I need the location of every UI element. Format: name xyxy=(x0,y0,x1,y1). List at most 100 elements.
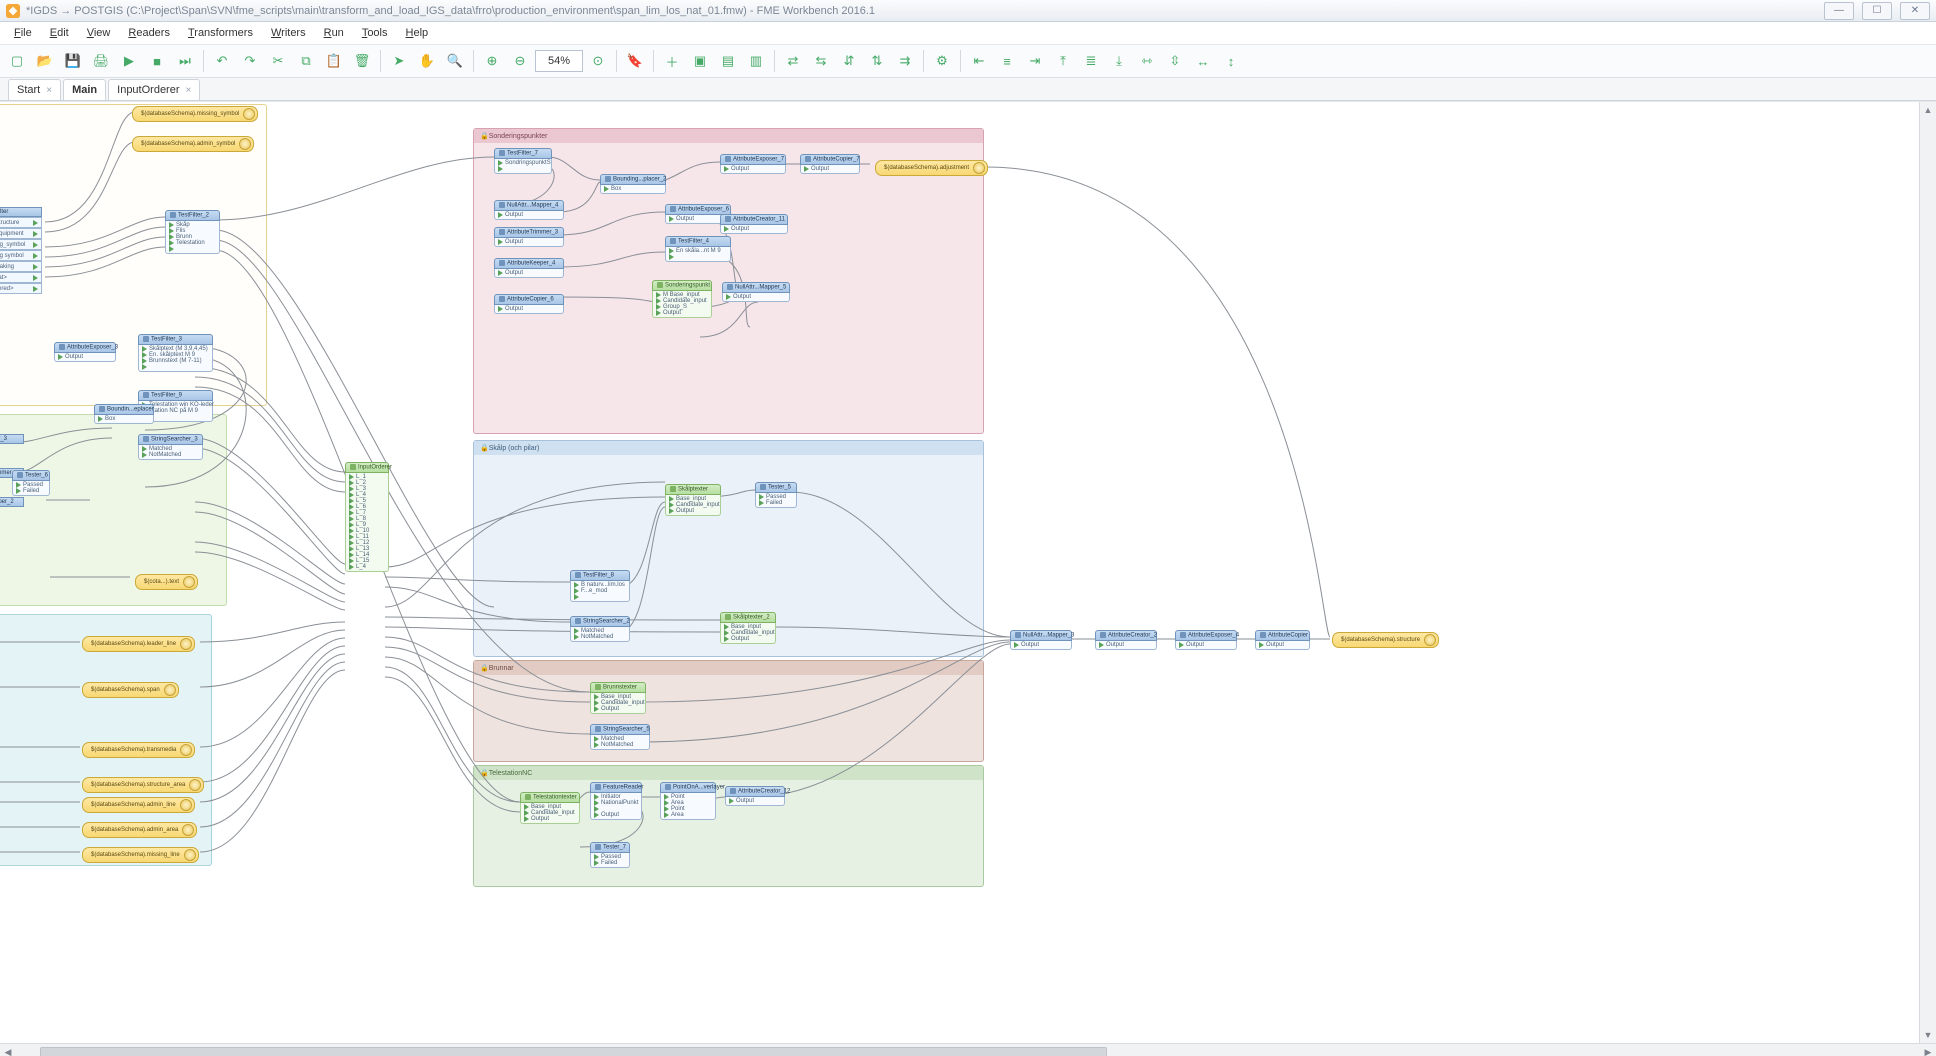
node-header[interactable]: er_3 xyxy=(0,434,24,444)
node-attributecopier-7[interactable]: AttributeCopier_7Output xyxy=(800,154,860,174)
node-skalptexter-2[interactable]: Skålptexter_2Base_inputCandidate_inputOu… xyxy=(720,612,776,644)
node-tester-5[interactable]: Tester_5PassedFailed xyxy=(755,482,797,508)
zoom-fit-button[interactable]: ⊙ xyxy=(585,48,611,74)
node-port[interactable]: Output xyxy=(723,294,789,300)
node-port[interactable] xyxy=(166,246,219,252)
cog-button[interactable]: ⚙ xyxy=(929,48,955,74)
node-tester-6[interactable]: Tester_6PassedFailed xyxy=(12,470,50,496)
node-port[interactable]: En skåla...nt M 9 xyxy=(666,248,730,254)
node-header[interactable]: AttributeTrimmer_3 xyxy=(494,227,564,238)
window-maximize-button[interactable]: ☐ xyxy=(1862,2,1892,20)
writer-transmedia[interactable]: $(databaseSchema).transmedia xyxy=(82,742,195,758)
node-port[interactable]: ing symbol xyxy=(0,250,42,261)
node-port[interactable]: Brunnstext (M 7-11) xyxy=(139,358,212,364)
node-aper2[interactable]: aper_2 xyxy=(0,497,24,507)
copy-button[interactable]: ⧉ xyxy=(293,48,319,74)
node-port[interactable]: Box xyxy=(601,186,665,192)
node-header[interactable]: TestFilter_9 xyxy=(138,390,213,401)
node-header[interactable]: Tester_6 xyxy=(12,470,50,481)
node-port[interactable]: Output xyxy=(1096,642,1156,648)
pointer-button[interactable]: ➤ xyxy=(386,48,412,74)
node-attributecopier-6[interactable]: AttributeCopier_6Output xyxy=(494,294,564,314)
node-header[interactable]: AttributeKeeper_4 xyxy=(494,258,564,269)
undo-button[interactable]: ↶ xyxy=(209,48,235,74)
writer-missing-symbol[interactable]: $(databaseSchema).missing_symbol xyxy=(132,106,258,122)
node-header[interactable]: Tester_7 xyxy=(590,842,630,853)
tab-close-icon[interactable]: × xyxy=(46,85,52,96)
node-header[interactable]: Boundin...eplacer xyxy=(94,404,154,415)
node-header[interactable]: TestFilter_3 xyxy=(138,334,213,345)
zoom-out-button[interactable]: ⊖ xyxy=(507,48,533,74)
search-button[interactable]: 🔍 xyxy=(442,48,468,74)
node-stringsearcher-3[interactable]: StringSearcher_3MatchedNotMatched xyxy=(138,434,203,460)
node-attributecreator-12[interactable]: AttributeCreator_12Output xyxy=(725,786,785,806)
node-header[interactable]: Bounding...placer_2 xyxy=(600,174,666,185)
node-port[interactable]: Output xyxy=(495,270,563,276)
bookmark-brunnar[interactable]: 🔒 Brunnar xyxy=(473,660,984,762)
node-port[interactable]: Box xyxy=(95,416,153,422)
node-port[interactable]: Output xyxy=(1176,642,1236,648)
select-a-button[interactable]: ▣ xyxy=(687,48,713,74)
node-header[interactable]: aper_2 xyxy=(0,497,24,507)
window-minimize-button[interactable]: — xyxy=(1824,2,1854,20)
al-bottom-button[interactable]: ⤓ xyxy=(1106,48,1132,74)
node-skalptexter[interactable]: SkålptexterBase_inputCandidate_inputOutp… xyxy=(665,484,721,516)
pan-button[interactable]: ✋ xyxy=(414,48,440,74)
node-boundingplacer[interactable]: Boundin...eplacerBox xyxy=(94,404,154,424)
node-header[interactable]: StringSearcher_2 xyxy=(570,616,630,627)
node-header[interactable]: AttributeCopier xyxy=(1255,630,1310,641)
node-header[interactable]: Sonderingspunkt xyxy=(652,280,712,291)
node-testfilter-2[interactable]: TestFilter_2SkåpFlisBrunnTelestation xyxy=(165,210,220,254)
tab-start[interactable]: Start× xyxy=(8,79,61,100)
node-stringsearcher-2[interactable]: StringSearcher_2MatchedNotMatched xyxy=(570,616,630,642)
node-attributetrimmer-3[interactable]: AttributeTrimmer_3Output xyxy=(494,227,564,247)
node-header[interactable]: TestFilter_2 xyxy=(165,210,220,221)
scroll-left-arrow[interactable]: ◀ xyxy=(0,1044,16,1056)
node-port[interactable]: Output xyxy=(495,212,563,218)
node-nullattrmapper-5[interactable]: NullAttr...Mapper_5Output xyxy=(722,282,790,302)
writer-leader-line[interactable]: $(databaseSchema).leader_line xyxy=(82,636,195,652)
node-header[interactable]: Telestationtexter xyxy=(520,792,580,803)
run-button[interactable]: ▶ xyxy=(116,48,142,74)
node-port[interactable]: Output xyxy=(801,166,859,172)
tx-a-button[interactable]: ⇄ xyxy=(780,48,806,74)
node-header[interactable]: AttributeCopier_7 xyxy=(800,154,860,165)
node-telestationtexter[interactable]: TelestationtexterBase_inputCandidate_inp… xyxy=(520,792,580,824)
node-header[interactable]: AttributeCreator_12 xyxy=(725,786,785,797)
menu-transformers[interactable]: Transformers xyxy=(180,25,261,41)
node-header[interactable]: StringSearcher_3 xyxy=(138,434,203,445)
scroll-up-arrow[interactable]: ▲ xyxy=(1920,102,1936,118)
node-boundingplacer-2[interactable]: Bounding...placer_2Box xyxy=(600,174,666,194)
writer-span[interactable]: $(databaseSchema).span xyxy=(82,682,179,698)
node-stringsearcher-5[interactable]: StringSearcher_5MatchedNotMatched xyxy=(590,724,650,750)
al-right-button[interactable]: ⇥ xyxy=(1022,48,1048,74)
node-port[interactable]: Output xyxy=(55,354,115,360)
node-header[interactable]: AttributeExposer_3 xyxy=(54,342,116,353)
node-header[interactable]: PointOnA...verlayer xyxy=(660,782,716,793)
node-header[interactable]: AttributeCreator_11 xyxy=(720,214,788,225)
menu-run[interactable]: Run xyxy=(316,25,352,41)
scroll-thumb[interactable] xyxy=(40,1047,1107,1056)
workflow-canvas[interactable]: 🔒 Sonderingspunkter 🔒 Skålp (och pilar) … xyxy=(0,102,1936,1043)
node-port[interactable]: Failed xyxy=(591,860,629,866)
node-testfilter-3[interactable]: TestFilter_3Skålptext (M 3,9,4,45)En. sk… xyxy=(138,334,213,372)
node-port[interactable]: Output xyxy=(721,636,775,642)
menu-writers[interactable]: Writers xyxy=(263,25,314,41)
node-port[interactable]: Failed xyxy=(13,488,49,494)
node-port[interactable]: NotMatched xyxy=(591,742,649,748)
stop-button[interactable]: ■ xyxy=(144,48,170,74)
node-port[interactable]: Equipment xyxy=(0,228,42,239)
node-header[interactable]: NullAttr...Mapper_5 xyxy=(722,282,790,293)
node-port[interactable]: Output xyxy=(495,306,563,312)
menu-help[interactable]: Help xyxy=(398,25,437,41)
node-port[interactable]: Output xyxy=(726,798,784,804)
node-attributecreator-11[interactable]: AttributeCreator_11Output xyxy=(720,214,788,234)
tx-b-button[interactable]: ⇆ xyxy=(808,48,834,74)
node-pointonareaoverlayer[interactable]: PointOnA...verlayerPointAreaPointArea xyxy=(660,782,716,820)
tx-c-button[interactable]: ⇵ xyxy=(836,48,862,74)
node-attributekeeper-4[interactable]: AttributeKeeper_4Output xyxy=(494,258,564,278)
node-port[interactable] xyxy=(495,166,551,172)
tab-inputorderer[interactable]: InputOrderer× xyxy=(108,79,200,100)
paste-button[interactable]: 📋 xyxy=(321,48,347,74)
zoom-level-field[interactable]: 54% xyxy=(535,50,583,72)
